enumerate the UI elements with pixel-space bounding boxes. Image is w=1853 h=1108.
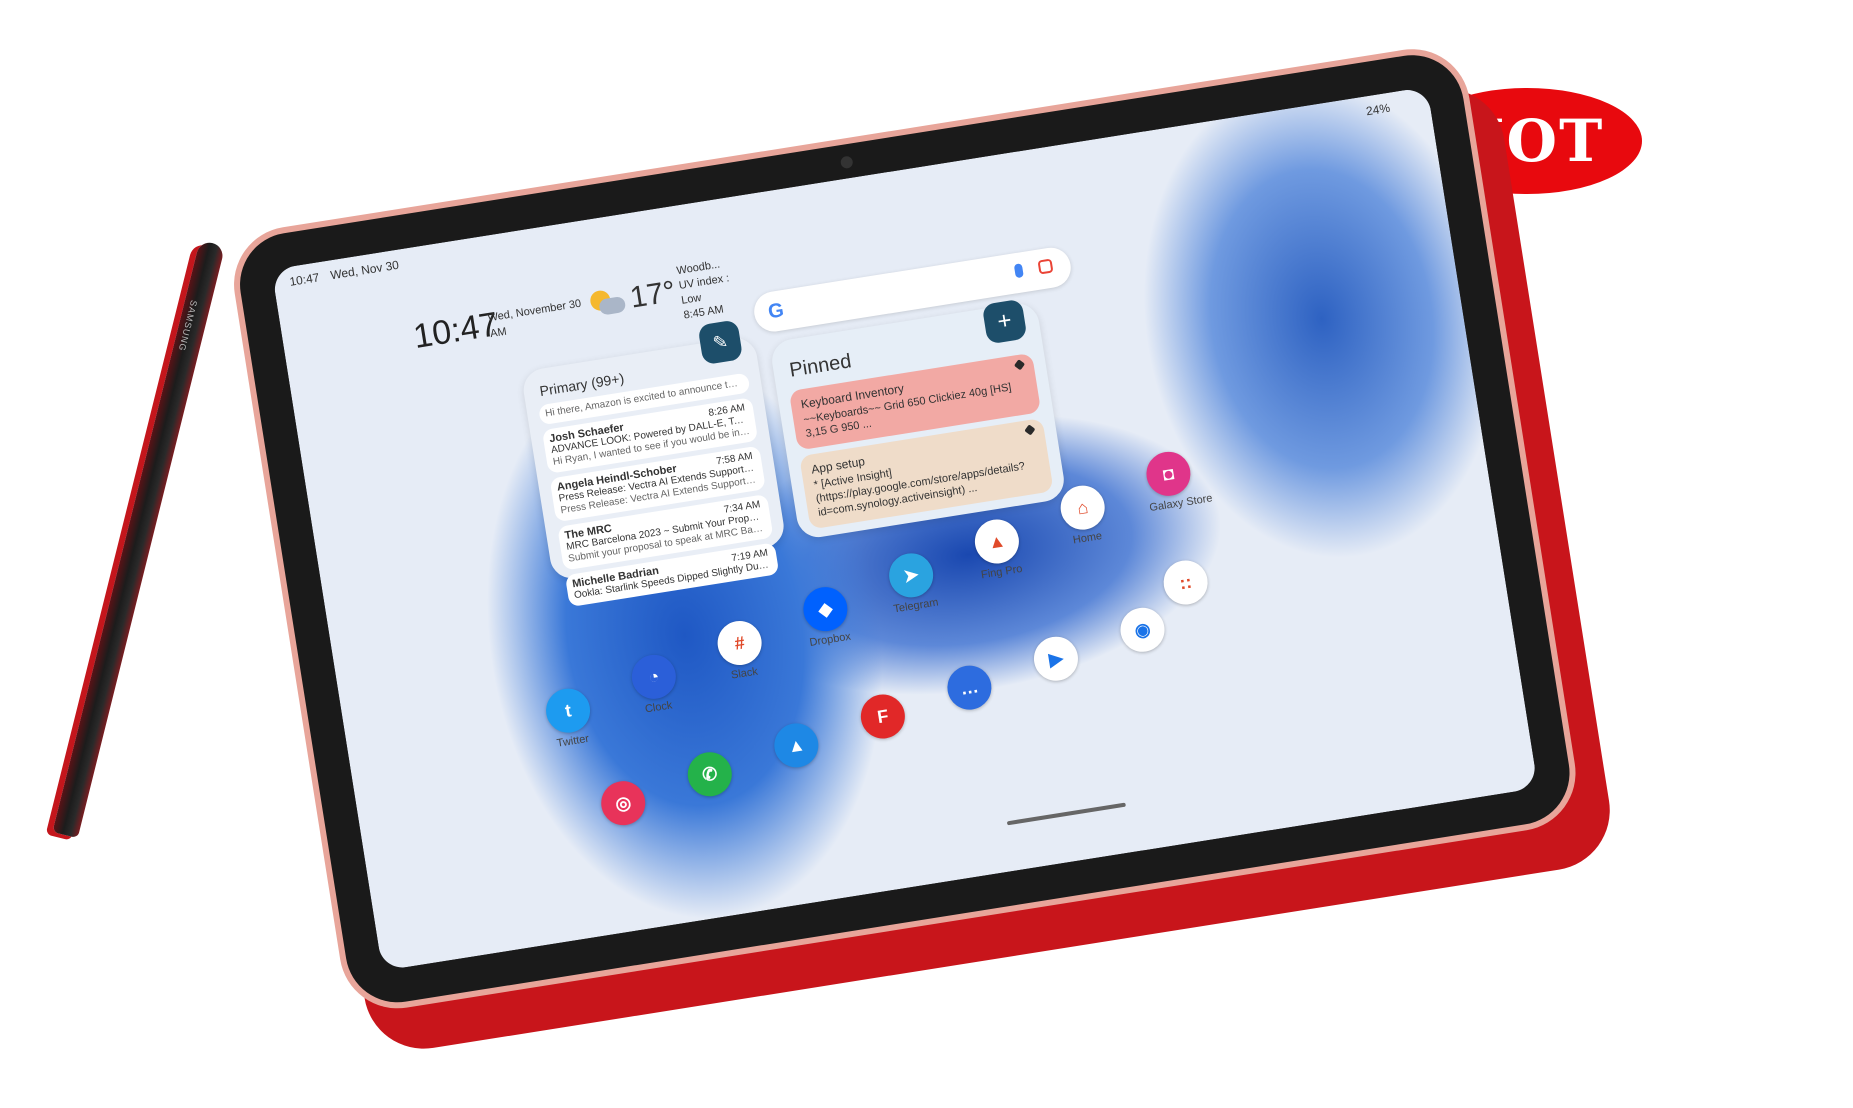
stylus-brand: SAMSUNG [176,299,200,353]
navigation-handle[interactable] [1006,802,1126,826]
app-label [1166,603,1213,611]
partly-cloudy-icon [589,287,627,318]
weather-details: Woodb... UV index : Low 8:45 AM [676,256,736,323]
telegram-icon: ➤ [885,550,937,601]
keep-widget[interactable]: + Pinned Keyboard Inventory ~~Keyboards~… [769,298,1067,541]
status-time: 10:47 [288,270,321,289]
dock-kiwi[interactable]: ▲ [769,720,823,771]
dock-play-store[interactable]: ▶ [1029,633,1083,684]
dock: ◎ ✆ ▲ F … ▶ ◉ [271,87,1427,829]
chrome-icon: ◉ [1117,604,1168,655]
messages-icon: … [944,662,995,713]
galaxy-store-icon: ◘ [1143,448,1194,499]
slack-icon: # [714,617,765,669]
home-screen[interactable]: 10:47 Wed, Nov 30 24% 10:47 Wed, Novembe… [271,86,1539,971]
front-camera [839,155,854,170]
battery-indicator: 24% [1365,100,1391,119]
app-folder[interactable]: :: [1158,557,1213,611]
kiwi-icon: ▲ [771,720,822,771]
app-label: Telegram [892,596,940,616]
app-telegram[interactable]: ➤ Telegram [884,550,941,616]
tablet: 10:47 Wed, Nov 30 24% 10:47 Wed, Novembe… [225,38,1619,1058]
pencil-icon: ✎ [711,330,730,353]
status-date: Wed, Nov 30 [329,257,400,283]
app-grid: t Twitter ◔ Clock # Slack ◆ Dropbox ➤ Telegram ▲ Fi… [271,87,1427,750]
weather-temperature: 17° [627,274,678,315]
app-label: Twitter [555,732,590,750]
folder-icon: :: [1160,557,1211,608]
fing-pro-icon: ▲ [971,516,1023,567]
microphone-icon[interactable] [1013,263,1024,279]
app-label: Fing Pro [980,562,1024,582]
flipboard-icon: F [857,691,909,742]
app-label: Slack [730,665,759,682]
clock-icon: ◔ [628,651,680,702]
dock-camera[interactable]: ◎ [596,777,650,829]
app-dropbox[interactable]: ◆ Dropbox [798,583,855,650]
app-slack[interactable]: # Slack [712,617,769,684]
play-store-icon: ▶ [1030,633,1082,684]
app-twitter[interactable]: t Twitter [541,685,598,751]
camera-icon: ◎ [598,777,649,829]
dock-phone[interactable]: ✆ [683,749,737,800]
phone-icon: ✆ [684,749,735,800]
app-clock[interactable]: ◔ Clock [627,651,684,717]
compose-button[interactable]: ✎ [697,319,744,366]
app-galaxy-store[interactable]: ◘ Galaxy Store [1141,448,1214,515]
app-home[interactable]: ⌂ Home [1056,482,1113,548]
gmail-widget[interactable]: ✎ Primary (99+) Hi there, Amazon is exci… [520,319,787,608]
app-label: Clock [644,699,674,716]
google-g-icon: G [766,298,786,323]
dock-flipboard[interactable]: F [856,691,910,742]
app-label: Galaxy Store [1148,492,1214,515]
home-icon: ⌂ [1057,482,1108,533]
new-note-button[interactable]: + [981,298,1028,345]
weather-widget[interactable]: 17° [588,275,678,322]
app-fing-pro[interactable]: ▲ Fing Pro [970,516,1027,582]
plus-icon: + [995,306,1014,336]
dropbox-icon: ◆ [800,583,851,635]
status-bar: 10:47 Wed, Nov 30 [288,256,407,289]
app-label: Dropbox [808,630,852,649]
twitter-icon: t [542,685,594,736]
s-pen-stylus: SAMSUNG [52,240,226,839]
dock-messages[interactable]: … [942,662,996,713]
app-label: Home [1072,530,1103,547]
dock-chrome[interactable]: ◉ [1115,604,1169,655]
google-lens-icon[interactable] [1037,258,1054,275]
